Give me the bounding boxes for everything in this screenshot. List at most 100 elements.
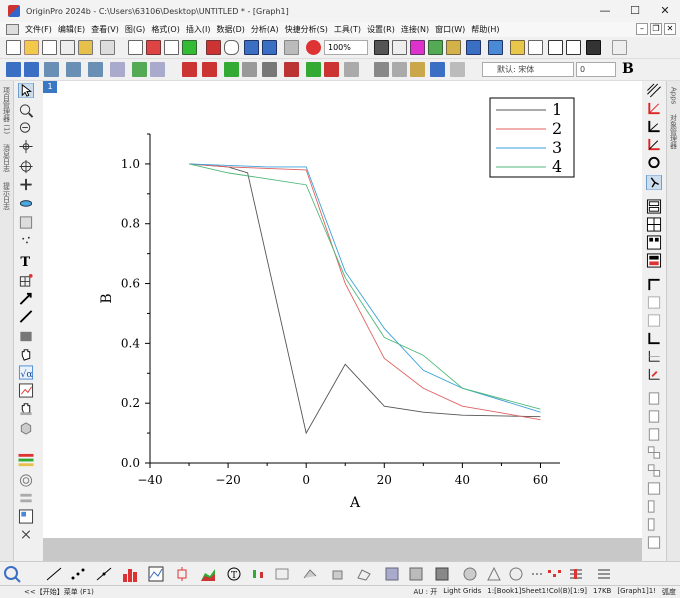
new-layout-icon[interactable]	[146, 40, 161, 55]
legend-icon[interactable]	[150, 62, 165, 77]
dock-tab-apps[interactable]: Apps	[670, 83, 678, 108]
axis-red-2-icon[interactable]	[646, 137, 662, 152]
command-window-icon[interactable]	[586, 40, 601, 55]
align-icon[interactable]	[344, 62, 359, 77]
pointer-tool-icon[interactable]	[18, 83, 34, 98]
data-reader-tool-icon[interactable]	[18, 177, 34, 192]
text-tool-icon[interactable]: T	[18, 253, 34, 268]
print-icon[interactable]	[374, 40, 389, 55]
graph-page[interactable]: −40 −20 0 20 40 60 0.0 0.2 0.4 0.6 0.8 1.0 A B 1 2 3 4	[43, 81, 642, 538]
copy-icon[interactable]	[392, 62, 407, 77]
pie-chart-icon[interactable]	[462, 566, 478, 582]
region-tool-icon[interactable]	[18, 401, 34, 416]
menu-settings[interactable]: 设置(R)	[364, 24, 398, 35]
fill-icon[interactable]	[324, 62, 339, 77]
child-restore-button[interactable]: ❐	[650, 23, 662, 35]
color-icon[interactable]	[284, 62, 299, 77]
frame-tr-icon[interactable]	[646, 295, 662, 310]
dock-tab-project-explorer[interactable]: 项目管理器 (1)	[2, 83, 12, 138]
panel-5-icon[interactable]	[646, 463, 662, 478]
menu-quick-analysis[interactable]: 快捷分析(S)	[282, 24, 331, 35]
draw-data-tool-icon[interactable]	[18, 233, 34, 248]
export-graph-icon[interactable]	[410, 40, 425, 55]
close-button[interactable]: ✕	[650, 0, 680, 22]
arrow-tool-icon[interactable]	[18, 291, 34, 306]
dock-tab-message-log[interactable]: 消息日志	[2, 140, 12, 176]
menu-file[interactable]: 文件(F)	[22, 24, 55, 35]
panel-4-icon[interactable]	[646, 445, 662, 460]
panel-9-icon[interactable]	[646, 535, 662, 550]
results-log-icon[interactable]	[466, 40, 481, 55]
menu-data[interactable]: 数据(D)	[213, 24, 247, 35]
find-in-files-icon[interactable]	[528, 40, 543, 55]
menu-analysis[interactable]: 分析(A)	[248, 24, 282, 35]
new-project-icon[interactable]	[6, 40, 21, 55]
annotation-tool-icon[interactable]	[18, 273, 34, 288]
status-graph[interactable]: [Graph1]1!	[617, 587, 656, 597]
layout-3-icon[interactable]	[646, 235, 662, 250]
import-icon[interactable]	[182, 40, 197, 55]
menu-window[interactable]: 窗口(W)	[432, 24, 468, 35]
scatter-plot-icon[interactable]	[70, 566, 86, 582]
status-au[interactable]: AU : 开	[413, 587, 437, 597]
new-graph-icon[interactable]	[78, 40, 93, 55]
menu-tools[interactable]: 工具(T)	[331, 24, 364, 35]
code-builder-icon[interactable]	[446, 40, 461, 55]
cut-icon[interactable]	[374, 62, 389, 77]
layout-4-icon[interactable]	[646, 253, 662, 268]
menu-graph[interactable]: 图(G)	[122, 24, 148, 35]
merge-graph-icon[interactable]	[202, 62, 217, 77]
menu-format[interactable]: 格式(O)	[148, 24, 183, 35]
redo-icon[interactable]	[450, 62, 465, 77]
child-close-button[interactable]: ✕	[664, 23, 676, 35]
panel-6-icon[interactable]	[646, 481, 662, 496]
hand-tool-icon[interactable]	[18, 347, 34, 362]
frame-half-icon[interactable]	[646, 349, 662, 364]
box-plot-icon[interactable]	[174, 566, 190, 582]
rectangle-tool-icon[interactable]	[18, 329, 34, 344]
ternary-icon[interactable]	[486, 566, 502, 582]
project-explorer-icon[interactable]	[488, 40, 503, 55]
copy-page-icon[interactable]	[392, 40, 407, 55]
screen-reader-tool-icon[interactable]	[18, 159, 34, 174]
back-arrow-icon[interactable]	[6, 62, 21, 77]
search-icon[interactable]	[2, 564, 22, 584]
area-plot-icon[interactable]	[200, 566, 216, 582]
mask-tool-icon[interactable]	[18, 215, 34, 230]
rescale-icon[interactable]	[44, 62, 59, 77]
window-menu-icon[interactable]	[6, 24, 19, 35]
3d-bar-icon[interactable]	[330, 566, 346, 582]
ribbon-icon[interactable]	[530, 566, 546, 582]
zoom-out-tool-icon[interactable]	[18, 121, 34, 136]
new-matrix-icon[interactable]	[60, 40, 75, 55]
rescale-x-icon[interactable]	[66, 62, 81, 77]
new-notes-icon[interactable]	[128, 40, 143, 55]
refresh-icon[interactable]	[306, 40, 321, 55]
duplicate-icon[interactable]	[428, 40, 443, 55]
3d-rotate-tool-icon[interactable]	[18, 421, 34, 436]
font-size-select[interactable]: 0	[576, 62, 616, 77]
matrix-icon[interactable]	[566, 40, 581, 55]
frame-red-icon[interactable]	[646, 367, 662, 382]
cloud-icon[interactable]	[224, 40, 239, 55]
line-tool-icon[interactable]	[18, 309, 34, 324]
line-chart[interactable]: −40 −20 0 20 40 600.00.20.40.60.81.0AB1234	[43, 81, 642, 538]
data-selector-tool-icon[interactable]	[18, 195, 34, 210]
menu-edit[interactable]: 编辑(E)	[55, 24, 88, 35]
child-minimize-button[interactable]: –	[636, 23, 648, 35]
menu-help[interactable]: 帮助(H)	[468, 24, 502, 35]
maximize-button[interactable]: ☐	[620, 0, 650, 22]
status-sheet[interactable]: 1:[Book1]Sheet1!Col(B)[1:9]	[487, 587, 587, 597]
more-tools-icon[interactable]	[18, 527, 34, 542]
layout-2-icon[interactable]	[646, 217, 662, 232]
menu-connect[interactable]: 连接(N)	[398, 24, 432, 35]
template-icon[interactable]	[274, 566, 290, 582]
find-icon[interactable]	[510, 40, 525, 55]
open-excel-icon[interactable]	[164, 40, 179, 55]
import-wizard-icon[interactable]	[206, 40, 221, 55]
extract-icon[interactable]	[224, 62, 239, 77]
layout-1-icon[interactable]	[646, 199, 662, 214]
stack-tool-icon[interactable]	[18, 491, 34, 506]
line-symbol-plot-icon[interactable]	[96, 566, 112, 582]
line-plot-icon[interactable]	[46, 566, 62, 582]
